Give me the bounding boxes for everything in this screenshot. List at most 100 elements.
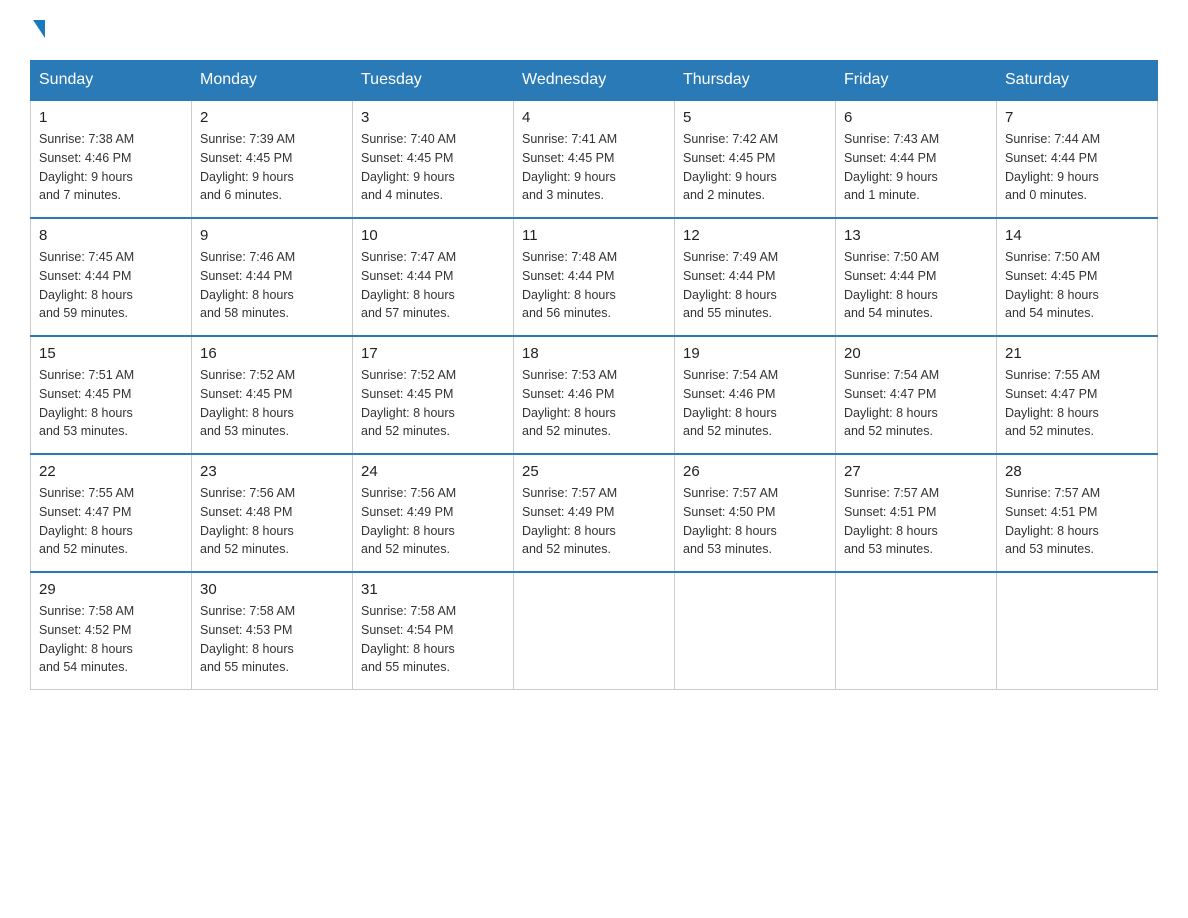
day-info: Sunrise: 7:40 AMSunset: 4:45 PMDaylight:… <box>361 130 505 205</box>
day-number: 6 <box>844 109 988 126</box>
calendar-cell: 4Sunrise: 7:41 AMSunset: 4:45 PMDaylight… <box>514 100 675 218</box>
calendar-cell: 6 Sunrise: 7:43 AMSunset: 4:44 PMDaylight… <box>836 100 997 218</box>
day-number: 29 <box>39 581 183 598</box>
day-number: 28 <box>1005 463 1149 480</box>
day-info: Sunrise: 7:58 AMSunset: 4:52 PMDaylight:… <box>39 602 183 677</box>
calendar-cell: 17 Sunrise: 7:52 AMSunset: 4:45 PMDayligh… <box>353 336 514 454</box>
calendar-table: SundayMondayTuesdayWednesdayThursdayFrid… <box>30 60 1158 690</box>
day-number: 20 <box>844 345 988 362</box>
day-number: 8 <box>39 227 183 244</box>
day-info: Sunrise: 7:50 AMSunset: 4:44 PMDaylight:… <box>844 248 988 323</box>
day-info: Sunrise: 7:49 AMSunset: 4:44 PMDaylight:… <box>683 248 827 323</box>
calendar-cell: 19 Sunrise: 7:54 AMSunset: 4:46 PMDayligh… <box>675 336 836 454</box>
day-info: Sunrise: 7:51 AMSunset: 4:45 PMDaylight:… <box>39 366 183 441</box>
day-info: Sunrise: 7:56 AMSunset: 4:49 PMDaylight:… <box>361 484 505 559</box>
column-header-sunday: Sunday <box>31 61 192 101</box>
calendar-cell <box>836 572 997 690</box>
day-number: 30 <box>200 581 344 598</box>
day-info: Sunrise: 7:52 AMSunset: 4:45 PMDaylight:… <box>200 366 344 441</box>
logo-triangle-icon <box>33 20 45 38</box>
day-number: 24 <box>361 463 505 480</box>
calendar-cell: 3 Sunrise: 7:40 AMSunset: 4:45 PMDaylight… <box>353 100 514 218</box>
calendar-week-3: 15 Sunrise: 7:51 AMSunset: 4:45 PMDayligh… <box>31 336 1158 454</box>
column-header-saturday: Saturday <box>997 61 1158 101</box>
calendar-cell: 26 Sunrise: 7:57 AMSunset: 4:50 PMDayligh… <box>675 454 836 572</box>
calendar-cell: 14 Sunrise: 7:50 AMSunset: 4:45 PMDayligh… <box>997 218 1158 336</box>
day-info: Sunrise: 7:53 AMSunset: 4:46 PMDaylight:… <box>522 366 666 441</box>
day-info: Sunrise: 7:38 AMSunset: 4:46 PMDaylight:… <box>39 130 183 205</box>
day-number: 11 <box>522 227 666 244</box>
calendar-cell: 2 Sunrise: 7:39 AMSunset: 4:45 PMDaylight… <box>192 100 353 218</box>
day-info: Sunrise: 7:57 AMSunset: 4:49 PMDaylight:… <box>522 484 666 559</box>
day-info: Sunrise: 7:54 AMSunset: 4:46 PMDaylight:… <box>683 366 827 441</box>
day-info: Sunrise: 7:50 AMSunset: 4:45 PMDaylight:… <box>1005 248 1149 323</box>
calendar-cell: 22 Sunrise: 7:55 AMSunset: 4:47 PMDayligh… <box>31 454 192 572</box>
day-number: 7 <box>1005 109 1149 126</box>
calendar-header-row: SundayMondayTuesdayWednesdayThursdayFrid… <box>31 61 1158 101</box>
day-info: Sunrise: 7:45 AMSunset: 4:44 PMDaylight:… <box>39 248 183 323</box>
day-number: 17 <box>361 345 505 362</box>
calendar-cell: 10 Sunrise: 7:47 AMSunset: 4:44 PMDayligh… <box>353 218 514 336</box>
day-number: 21 <box>1005 345 1149 362</box>
day-number: 19 <box>683 345 827 362</box>
calendar-week-4: 22 Sunrise: 7:55 AMSunset: 4:47 PMDayligh… <box>31 454 1158 572</box>
day-number: 14 <box>1005 227 1149 244</box>
calendar-cell: 9 Sunrise: 7:46 AMSunset: 4:44 PMDaylight… <box>192 218 353 336</box>
calendar-cell: 7 Sunrise: 7:44 AMSunset: 4:44 PMDaylight… <box>997 100 1158 218</box>
calendar-cell: 12 Sunrise: 7:49 AMSunset: 4:44 PMDayligh… <box>675 218 836 336</box>
day-number: 3 <box>361 109 505 126</box>
day-number: 9 <box>200 227 344 244</box>
calendar-cell <box>675 572 836 690</box>
calendar-cell: 11 Sunrise: 7:48 AMSunset: 4:44 PMDayligh… <box>514 218 675 336</box>
calendar-cell: 18 Sunrise: 7:53 AMSunset: 4:46 PMDayligh… <box>514 336 675 454</box>
column-header-wednesday: Wednesday <box>514 61 675 101</box>
day-info: Sunrise: 7:47 AMSunset: 4:44 PMDaylight:… <box>361 248 505 323</box>
calendar-cell: 21Sunrise: 7:55 AMSunset: 4:47 PMDayligh… <box>997 336 1158 454</box>
calendar-cell <box>997 572 1158 690</box>
day-info: Sunrise: 7:57 AMSunset: 4:51 PMDaylight:… <box>844 484 988 559</box>
day-number: 16 <box>200 345 344 362</box>
calendar-week-2: 8 Sunrise: 7:45 AMSunset: 4:44 PMDaylight… <box>31 218 1158 336</box>
day-number: 10 <box>361 227 505 244</box>
calendar-cell: 25Sunrise: 7:57 AMSunset: 4:49 PMDayligh… <box>514 454 675 572</box>
day-info: Sunrise: 7:44 AMSunset: 4:44 PMDaylight:… <box>1005 130 1149 205</box>
day-number: 27 <box>844 463 988 480</box>
day-number: 4 <box>522 109 666 126</box>
day-info: Sunrise: 7:55 AMSunset: 4:47 PMDaylight:… <box>39 484 183 559</box>
day-number: 31 <box>361 581 505 598</box>
calendar-cell: 13Sunrise: 7:50 AMSunset: 4:44 PMDayligh… <box>836 218 997 336</box>
column-header-thursday: Thursday <box>675 61 836 101</box>
calendar-cell: 8 Sunrise: 7:45 AMSunset: 4:44 PMDaylight… <box>31 218 192 336</box>
column-header-monday: Monday <box>192 61 353 101</box>
day-number: 22 <box>39 463 183 480</box>
calendar-cell: 16 Sunrise: 7:52 AMSunset: 4:45 PMDayligh… <box>192 336 353 454</box>
calendar-cell: 28 Sunrise: 7:57 AMSunset: 4:51 PMDayligh… <box>997 454 1158 572</box>
day-info: Sunrise: 7:56 AMSunset: 4:48 PMDaylight:… <box>200 484 344 559</box>
day-info: Sunrise: 7:57 AMSunset: 4:51 PMDaylight:… <box>1005 484 1149 559</box>
day-number: 15 <box>39 345 183 362</box>
day-info: Sunrise: 7:52 AMSunset: 4:45 PMDaylight:… <box>361 366 505 441</box>
column-header-tuesday: Tuesday <box>353 61 514 101</box>
day-number: 12 <box>683 227 827 244</box>
day-number: 2 <box>200 109 344 126</box>
calendar-cell: 29 Sunrise: 7:58 AMSunset: 4:52 PMDayligh… <box>31 572 192 690</box>
page-header <box>30 20 1158 40</box>
column-header-friday: Friday <box>836 61 997 101</box>
day-number: 18 <box>522 345 666 362</box>
day-info: Sunrise: 7:58 AMSunset: 4:54 PMDaylight:… <box>361 602 505 677</box>
day-info: Sunrise: 7:48 AMSunset: 4:44 PMDaylight:… <box>522 248 666 323</box>
calendar-cell <box>514 572 675 690</box>
calendar-week-5: 29 Sunrise: 7:58 AMSunset: 4:52 PMDayligh… <box>31 572 1158 690</box>
day-info: Sunrise: 7:43 AMSunset: 4:44 PMDaylight:… <box>844 130 988 205</box>
calendar-cell: 24 Sunrise: 7:56 AMSunset: 4:49 PMDayligh… <box>353 454 514 572</box>
calendar-cell: 23 Sunrise: 7:56 AMSunset: 4:48 PMDayligh… <box>192 454 353 572</box>
day-number: 26 <box>683 463 827 480</box>
calendar-cell: 27 Sunrise: 7:57 AMSunset: 4:51 PMDayligh… <box>836 454 997 572</box>
calendar-cell: 31 Sunrise: 7:58 AMSunset: 4:54 PMDayligh… <box>353 572 514 690</box>
day-number: 23 <box>200 463 344 480</box>
calendar-cell: 1Sunrise: 7:38 AMSunset: 4:46 PMDaylight… <box>31 100 192 218</box>
day-info: Sunrise: 7:39 AMSunset: 4:45 PMDaylight:… <box>200 130 344 205</box>
day-info: Sunrise: 7:58 AMSunset: 4:53 PMDaylight:… <box>200 602 344 677</box>
day-info: Sunrise: 7:46 AMSunset: 4:44 PMDaylight:… <box>200 248 344 323</box>
day-info: Sunrise: 7:57 AMSunset: 4:50 PMDaylight:… <box>683 484 827 559</box>
